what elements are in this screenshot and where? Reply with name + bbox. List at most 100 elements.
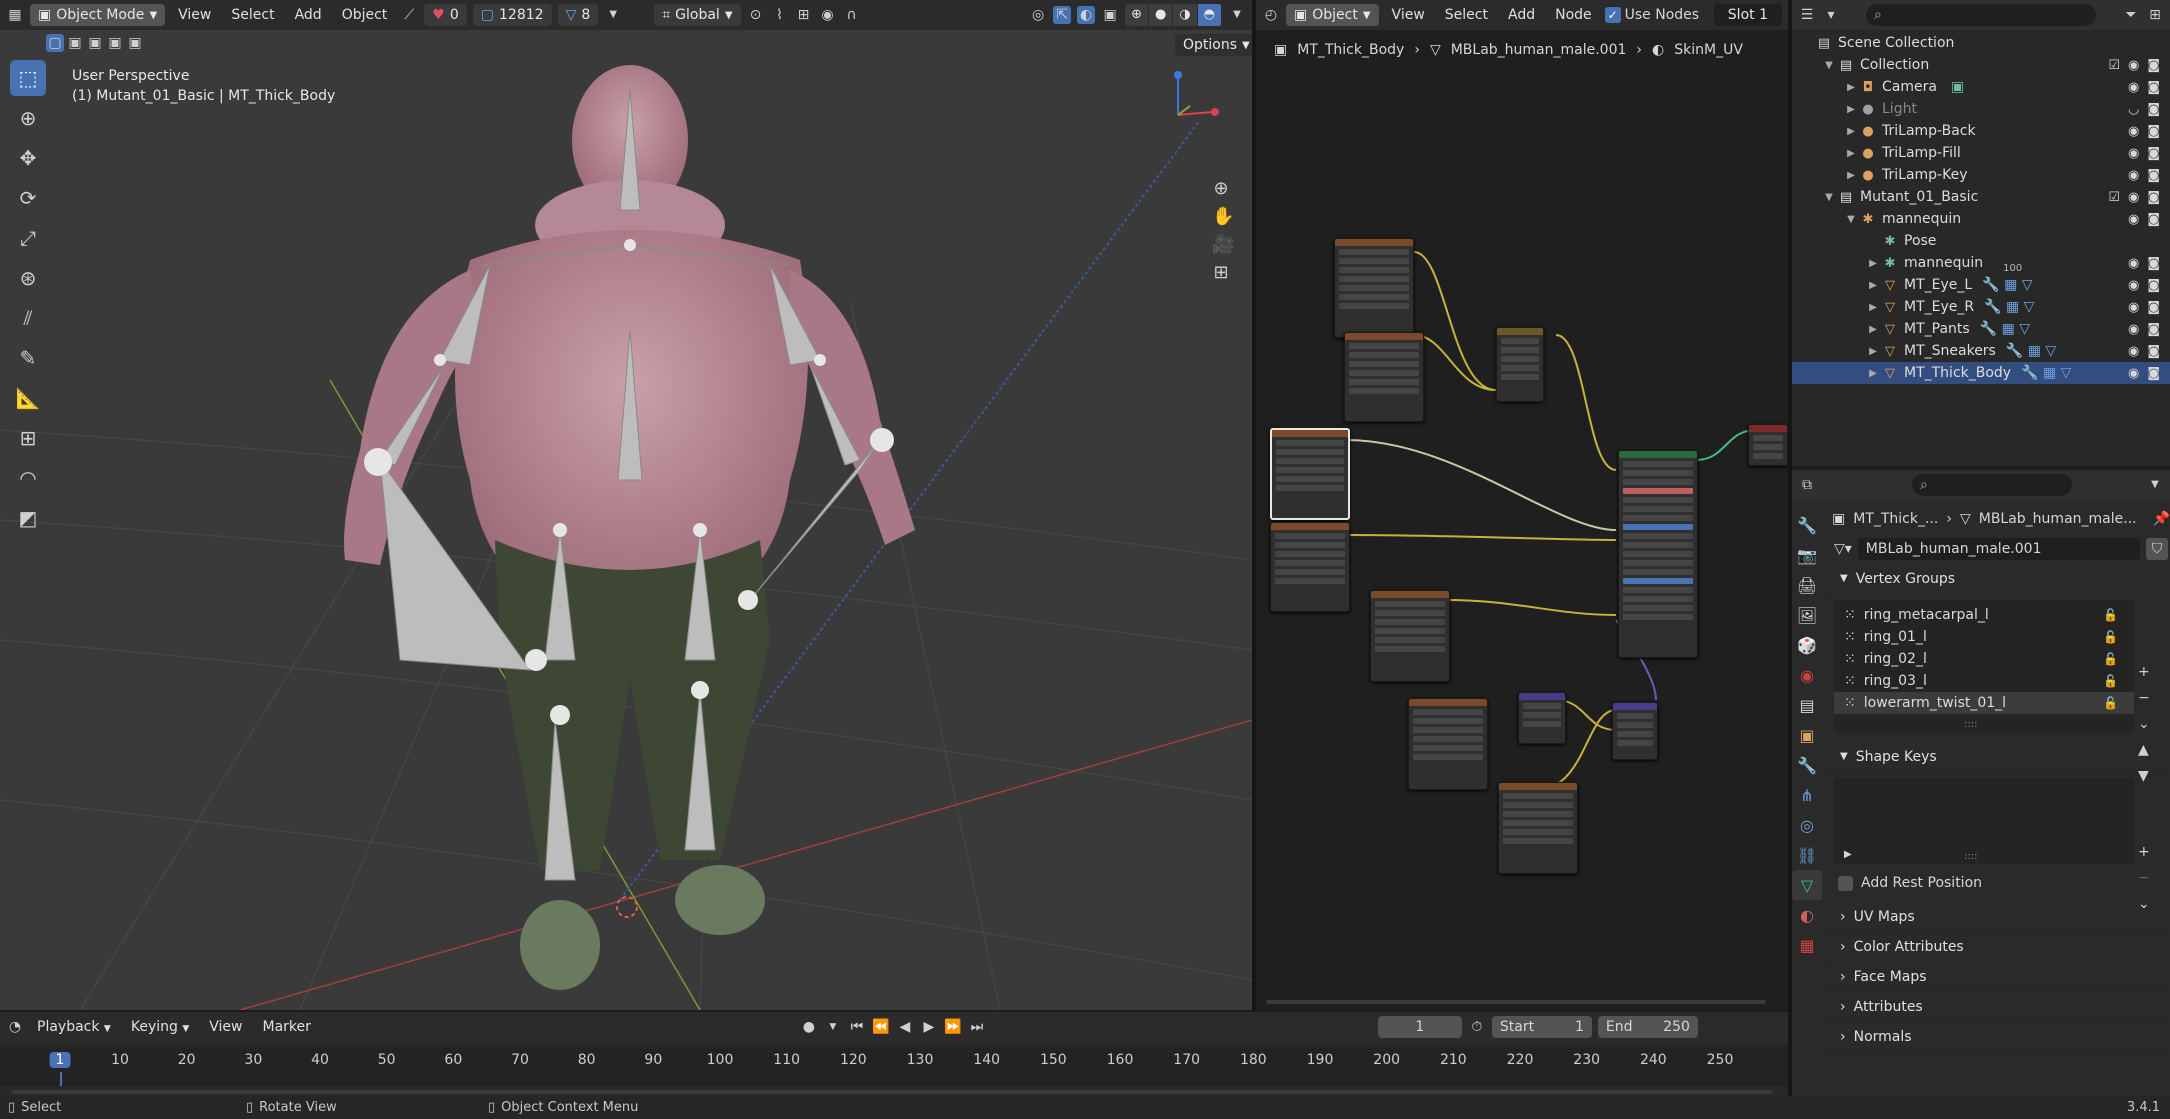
render-camera-icon[interactable]: ◙ [2147, 300, 2160, 315]
link-icon[interactable]: ⟋ [400, 6, 418, 24]
expand-toggle-icon[interactable]: ▼ [1822, 60, 1836, 71]
mix-node[interactable] [1496, 327, 1544, 402]
render-camera-icon[interactable]: ◙ [2147, 212, 2160, 227]
world-tab-icon[interactable]: ◉ [1792, 660, 1822, 690]
outliner-row[interactable]: ▶ ▽ MT_Sneakers 🔧 ▦ ▽ ◉ ◙ [1792, 340, 2170, 362]
lock-icon[interactable]: 🔓 [2103, 608, 2118, 622]
image-texture-node-6[interactable] [1498, 782, 1578, 874]
editor-type-icon[interactable]: ☰ [1798, 6, 1816, 24]
editor-type-icon[interactable]: ▦ [6, 6, 24, 24]
eye-icon[interactable]: ◉ [2128, 168, 2139, 183]
eye-icon[interactable]: ◉ [2128, 124, 2139, 139]
vertex-group-item[interactable]: ⁙ lowerarm_twist_01_l 🔓 [1834, 692, 2134, 714]
play-reverse-icon[interactable]: ◀ [896, 1018, 914, 1036]
modifier-icon[interactable]: 🔧 ▦ ▽ [2021, 365, 2071, 381]
lock-icon[interactable]: 🔓 [2103, 674, 2118, 688]
remove-icon[interactable]: − [2138, 870, 2150, 886]
outliner-row[interactable]: ▶ ● TriLamp-Back ◉ ◙ [1792, 120, 2170, 142]
pin-icon[interactable]: 📌 [2153, 511, 2170, 527]
shape-keys-list[interactable]: ▶ :::: [1834, 778, 2134, 864]
outliner-row[interactable]: ▼ ✱ mannequin ◉ ◙ [1792, 208, 2170, 230]
physics-tab-icon[interactable]: ◎ [1792, 810, 1822, 840]
expand-toggle-icon[interactable]: ▶ [1844, 148, 1858, 159]
record-icon[interactable]: ● [800, 1018, 818, 1036]
exclude-checkbox-icon[interactable]: ☑ [2108, 190, 2120, 205]
material-output-node[interactable] [1748, 424, 1788, 466]
select-new-icon[interactable]: ▢ [46, 34, 64, 52]
eye-icon[interactable]: ◉ [2128, 278, 2139, 293]
eye-icon[interactable]: ◉ [2128, 58, 2139, 73]
navigation-gizmo[interactable] [1150, 60, 1230, 140]
camera-data-icon[interactable]: ▣ [1951, 79, 1964, 95]
tool-tab-icon[interactable]: 🔧 [1792, 510, 1822, 540]
fake-user-shield-icon[interactable]: ⛉ [2146, 538, 2168, 560]
camera-view-icon[interactable]: 🎥 [1212, 236, 1234, 254]
viewport-area[interactable]: ▦ ▣ Object Mode ▼ View Select Add Object ⟋… [0, 0, 1252, 1010]
snap-increment-icon[interactable]: ⊞ [795, 6, 813, 24]
outliner-row[interactable]: ▶ ✱ mannequin 100 ◉ ◙ [1792, 252, 2170, 274]
mesh-name-field[interactable]: MBLab_human_male.001 [1857, 538, 2140, 560]
menu-keying[interactable]: Keying ▼ [124, 1019, 196, 1035]
add-icon[interactable]: + [2138, 664, 2150, 680]
timeline-ruler[interactable]: 1 10 20 30 40 50 60 70 80 90 100 110 120 130 140 150 160… [0, 1046, 1788, 1086]
outliner-row[interactable]: ✱ Pose [1792, 230, 2170, 252]
menu-add[interactable]: Add [288, 7, 329, 23]
add-cube-tool-icon[interactable]: ⊞ [10, 420, 46, 456]
expand-toggle-icon[interactable]: ▶ [1844, 170, 1858, 181]
pivot-icon[interactable]: ⊙ [747, 6, 765, 24]
render-camera-icon[interactable]: ◙ [2147, 190, 2160, 205]
falloff-icon[interactable]: ∩ [843, 6, 861, 24]
rotate-tool-icon[interactable]: ⟳ [10, 180, 46, 216]
play-icon[interactable]: ▶ [920, 1018, 938, 1036]
modifier-icon[interactable]: 🔧 ▦ ▽ [2006, 343, 2056, 359]
editor-type-icon[interactable]: ⧉ [1798, 476, 1816, 494]
specials-menu-icon[interactable]: ⌄ [2138, 896, 2150, 912]
new-collection-icon[interactable]: ⊞ [2146, 6, 2164, 24]
menu-view[interactable]: View [171, 7, 218, 23]
expand-toggle-icon[interactable]: ▼ [1822, 192, 1836, 203]
expand-toggle-icon[interactable]: ▶ [1866, 258, 1880, 269]
chevron-down-icon[interactable]: ▼ [824, 1018, 842, 1036]
modifier-icon[interactable]: 🔧 ▦ ▽ [1980, 321, 2030, 337]
measure-tool-icon[interactable]: 📐 [10, 380, 46, 416]
xray-icon[interactable]: ▣ [1101, 6, 1119, 24]
modifier-icon[interactable]: 🔧 ▦ ▽ [1984, 299, 2034, 315]
stopwatch-icon[interactable]: ⏱ [1468, 1018, 1486, 1036]
annotate-line-tool-icon[interactable]: ✎ [10, 340, 46, 376]
perspective-grid-icon[interactable]: ⊞ [1212, 264, 1230, 282]
expand-toggle-icon[interactable]: ▶ [1844, 82, 1858, 93]
expand-toggle-icon[interactable]: ▼ [1844, 214, 1858, 225]
outliner-row[interactable]: ▼ ▤ Collection ☑ ◉ ◙ [1792, 54, 2170, 76]
exclude-checkbox-icon[interactable]: ☑ [2108, 58, 2120, 73]
mesh-data-icon[interactable]: ▽▾ [1834, 541, 1852, 557]
select-subtract-icon[interactable]: ▣ [86, 34, 104, 52]
outliner-row[interactable]: ▶ ● Light ◡ ◙ [1792, 98, 2170, 120]
render-camera-icon[interactable]: ◙ [2147, 124, 2160, 139]
eye-icon[interactable]: ◉ [2128, 300, 2139, 315]
collection-tab-icon[interactable]: ▤ [1792, 690, 1822, 720]
eye-icon[interactable]: ◉ [2128, 366, 2139, 381]
data-tab-icon[interactable]: ▽ [1792, 870, 1822, 900]
node-editor-scrollbar[interactable] [1266, 1000, 1766, 1004]
object-tab-icon[interactable]: ▣ [1792, 720, 1822, 750]
eye-icon[interactable]: ◉ [2128, 344, 2139, 359]
render-camera-icon[interactable]: ◙ [2147, 102, 2160, 117]
render-camera-icon[interactable]: ◙ [2147, 80, 2160, 95]
principled-bsdf-node[interactable] [1618, 450, 1698, 658]
rendered-shading-icon[interactable]: ◓ [1197, 4, 1222, 26]
node-editor[interactable]: ◴ ▣ Object ▼ View Select Add Node ✓ Use Nod… [1256, 0, 1788, 1010]
outliner-row[interactable]: ▶ ▽ MT_Eye_R 🔧 ▦ ▽ ◉ ◙ [1792, 296, 2170, 318]
render-camera-icon[interactable]: ◙ [2147, 146, 2160, 161]
expand-toggle-icon[interactable]: ▶ [1844, 104, 1858, 115]
outliner-row[interactable]: ▶ ● TriLamp-Fill ◉ ◙ [1792, 142, 2170, 164]
jump-end-icon[interactable]: ⏭ [968, 1018, 986, 1036]
material-tab-icon[interactable]: ◐ [1792, 900, 1822, 930]
vertex-group-item[interactable]: ⁙ ring_metacarpal_l 🔓 [1834, 604, 2134, 626]
bump-node[interactable] [1612, 702, 1658, 760]
outliner-row[interactable]: ▶ ▽ MT_Thick_Body 🔧 ▦ ▽ ◉ ◙ [1792, 362, 2170, 384]
gizmo-icon[interactable]: ⇱ [1053, 6, 1072, 24]
render-camera-icon[interactable]: ◙ [2147, 58, 2160, 73]
search-input[interactable]: ⌕ [1866, 4, 2096, 26]
expand-toggle-icon[interactable]: ▶ [1866, 324, 1880, 335]
wireframe-shading-icon[interactable]: ⊕ [1125, 4, 1149, 26]
